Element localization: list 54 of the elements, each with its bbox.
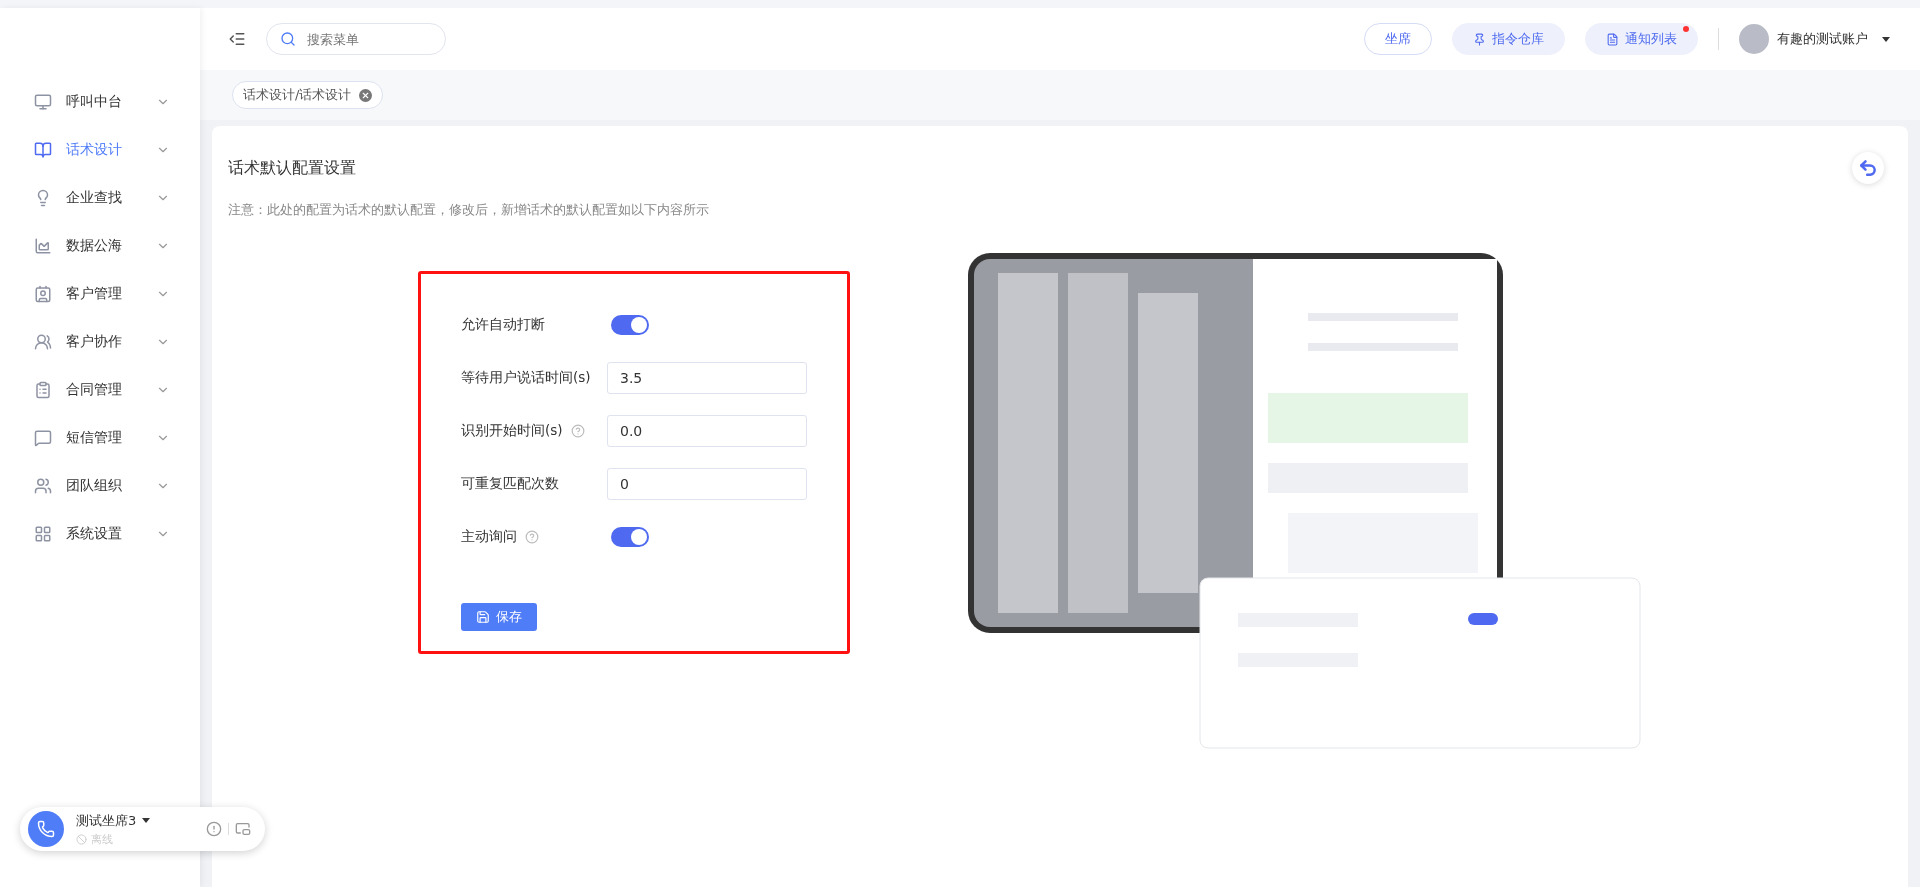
chart-icon xyxy=(34,237,52,255)
grid-icon xyxy=(34,525,52,543)
sidebar-item[interactable]: 话术设计 xyxy=(0,126,200,174)
return-icon xyxy=(1858,158,1878,178)
caret-icon[interactable] xyxy=(142,818,151,823)
header-button[interactable]: 指令仓库 xyxy=(1452,23,1565,55)
menu-icon[interactable] xyxy=(228,30,246,48)
phone-button[interactable] xyxy=(28,811,64,847)
input-field[interactable]: 3.5 xyxy=(607,361,807,394)
field-label: 允许自动打断 xyxy=(461,315,545,334)
alert-icon[interactable] xyxy=(206,821,222,837)
save-icon xyxy=(476,610,490,624)
field-label: 等待用户说话时间(s) xyxy=(461,368,591,387)
header-button[interactable]: 通知列表 xyxy=(1585,23,1698,55)
field-label: 可重复匹配次数 xyxy=(461,474,559,493)
status-icon xyxy=(76,833,87,845)
sidebar-item[interactable]: 合同管理 xyxy=(0,366,200,414)
page-tag[interactable]: 话术设计/话术设计 xyxy=(232,81,384,109)
contact-card-icon xyxy=(34,285,52,303)
toggle-switch[interactable] xyxy=(611,314,649,335)
book-icon xyxy=(34,141,52,159)
agent-name[interactable]: 测试坐席3 xyxy=(76,811,137,830)
phone-icon xyxy=(37,820,55,838)
sidebar-item[interactable]: 数据公海 xyxy=(0,222,200,270)
sidebar-item[interactable]: 短信管理 xyxy=(0,414,200,462)
close-icon[interactable] xyxy=(359,88,373,102)
page-title: 话术默认配置设置 xyxy=(228,157,356,179)
sidebar-item[interactable]: 客户管理 xyxy=(0,270,200,318)
field-label: 识别开始时间(s) xyxy=(461,421,563,440)
users-icon xyxy=(34,477,52,495)
sidebar-item[interactable]: 系统设置 xyxy=(0,510,200,558)
toggle-switch[interactable] xyxy=(611,526,649,547)
window-icon[interactable] xyxy=(235,821,251,837)
back-button[interactable] xyxy=(1852,152,1884,184)
team-icon xyxy=(34,333,52,351)
search-field[interactable]: 搜索菜单 xyxy=(266,23,446,55)
user-name[interactable]: 有趣的测试账户 xyxy=(1777,30,1868,48)
input-field[interactable]: 0.0 xyxy=(607,414,807,447)
sidebar-item[interactable]: 企业查找 xyxy=(0,174,200,222)
header-button[interactable]: 坐席 xyxy=(1364,23,1432,55)
sidebar-item[interactable]: 团队组织 xyxy=(0,462,200,510)
save-button[interactable]: 保存 xyxy=(461,603,537,631)
monitor-icon xyxy=(34,93,52,111)
clipboard-icon xyxy=(34,381,52,399)
field-label: 主动询问 xyxy=(461,527,517,546)
input-field[interactable]: 0 xyxy=(607,467,807,500)
document-icon xyxy=(1606,32,1619,46)
sidebar-item[interactable]: 呼叫中台 xyxy=(0,78,200,126)
caret-icon[interactable] xyxy=(1882,36,1890,42)
sidebar-item[interactable]: 客户协作 xyxy=(0,318,200,366)
message-icon xyxy=(34,429,52,447)
pin-icon xyxy=(1473,32,1486,46)
note-text: 注意：此处的配置为话术的默认配置，修改后，新增话术的默认配置如以下内容所示 xyxy=(228,202,710,219)
tag-label[interactable]: 话术设计/话术设计 xyxy=(243,86,352,104)
